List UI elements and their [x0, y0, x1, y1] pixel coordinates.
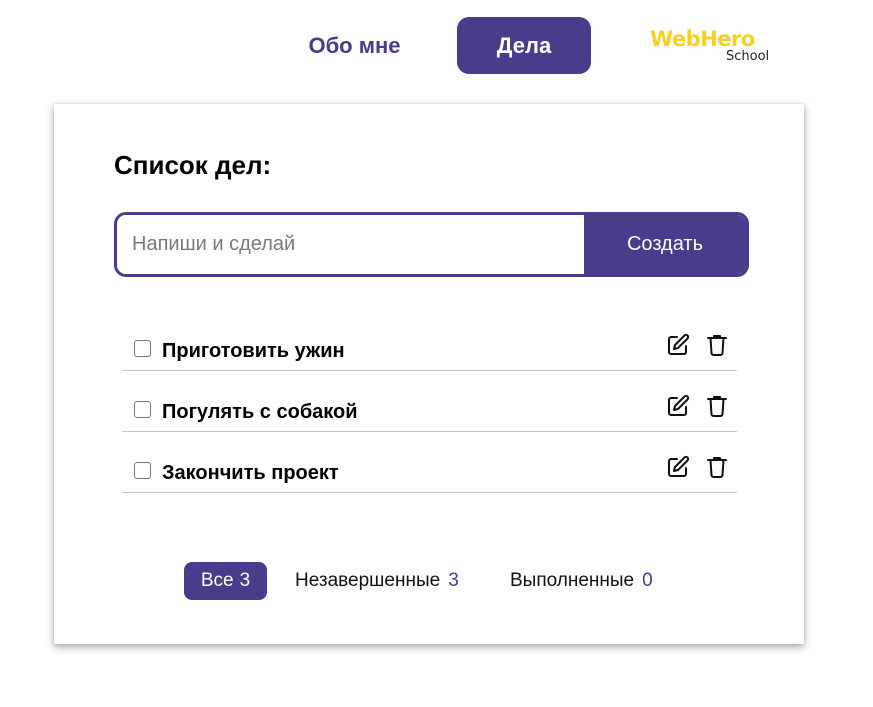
filter-all-count: 3	[239, 570, 251, 591]
filter-all-label: Все	[200, 570, 234, 591]
page-title: Список дел:	[114, 150, 272, 180]
page: Обо мне Дела WebHero School Список дел: …	[0, 0, 873, 707]
task-label: Приготовить ужин	[162, 340, 345, 362]
task-item: Погулять с собакой	[122, 371, 737, 432]
todo-card: Список дел: Создать Приготовить ужин	[54, 104, 804, 644]
task-checkbox[interactable]	[134, 462, 151, 479]
add-task-form: Создать	[114, 212, 749, 277]
trash-icon[interactable]	[706, 455, 728, 479]
nav-about-link[interactable]: Обо мне	[288, 17, 421, 74]
filter-done-label: Выполненные	[510, 570, 635, 591]
new-task-input[interactable]	[117, 215, 584, 274]
filter-active-label: Незавершенные	[295, 570, 441, 591]
task-checkbox[interactable]	[134, 401, 151, 418]
task-label: Погулять с собакой	[162, 401, 358, 423]
trash-icon[interactable]	[706, 333, 728, 357]
task-checkbox[interactable]	[134, 340, 151, 357]
filter-done-count: 0	[642, 570, 653, 591]
create-task-button[interactable]: Создать	[584, 215, 746, 274]
filter-done-button[interactable]: Выполненные 0	[510, 562, 653, 600]
task-item: Закончить проект	[122, 432, 737, 493]
task-item: Приготовить ужин	[122, 324, 737, 371]
task-list: Приготовить ужин Погулять с собакой Зако…	[122, 324, 737, 493]
task-label: Закончить проект	[162, 462, 339, 484]
logo-sub-text: School	[726, 49, 770, 64]
edit-icon[interactable]	[666, 455, 690, 479]
edit-icon[interactable]	[666, 394, 690, 418]
trash-icon[interactable]	[706, 394, 728, 418]
nav-tasks-button[interactable]: Дела	[457, 17, 591, 74]
filter-all-button[interactable]: Все 3	[184, 562, 267, 600]
filter-active-count: 3	[448, 570, 459, 591]
filter-active-button[interactable]: Незавершенные 3	[295, 562, 459, 600]
edit-icon[interactable]	[666, 333, 690, 357]
logo: WebHero School	[650, 26, 780, 68]
